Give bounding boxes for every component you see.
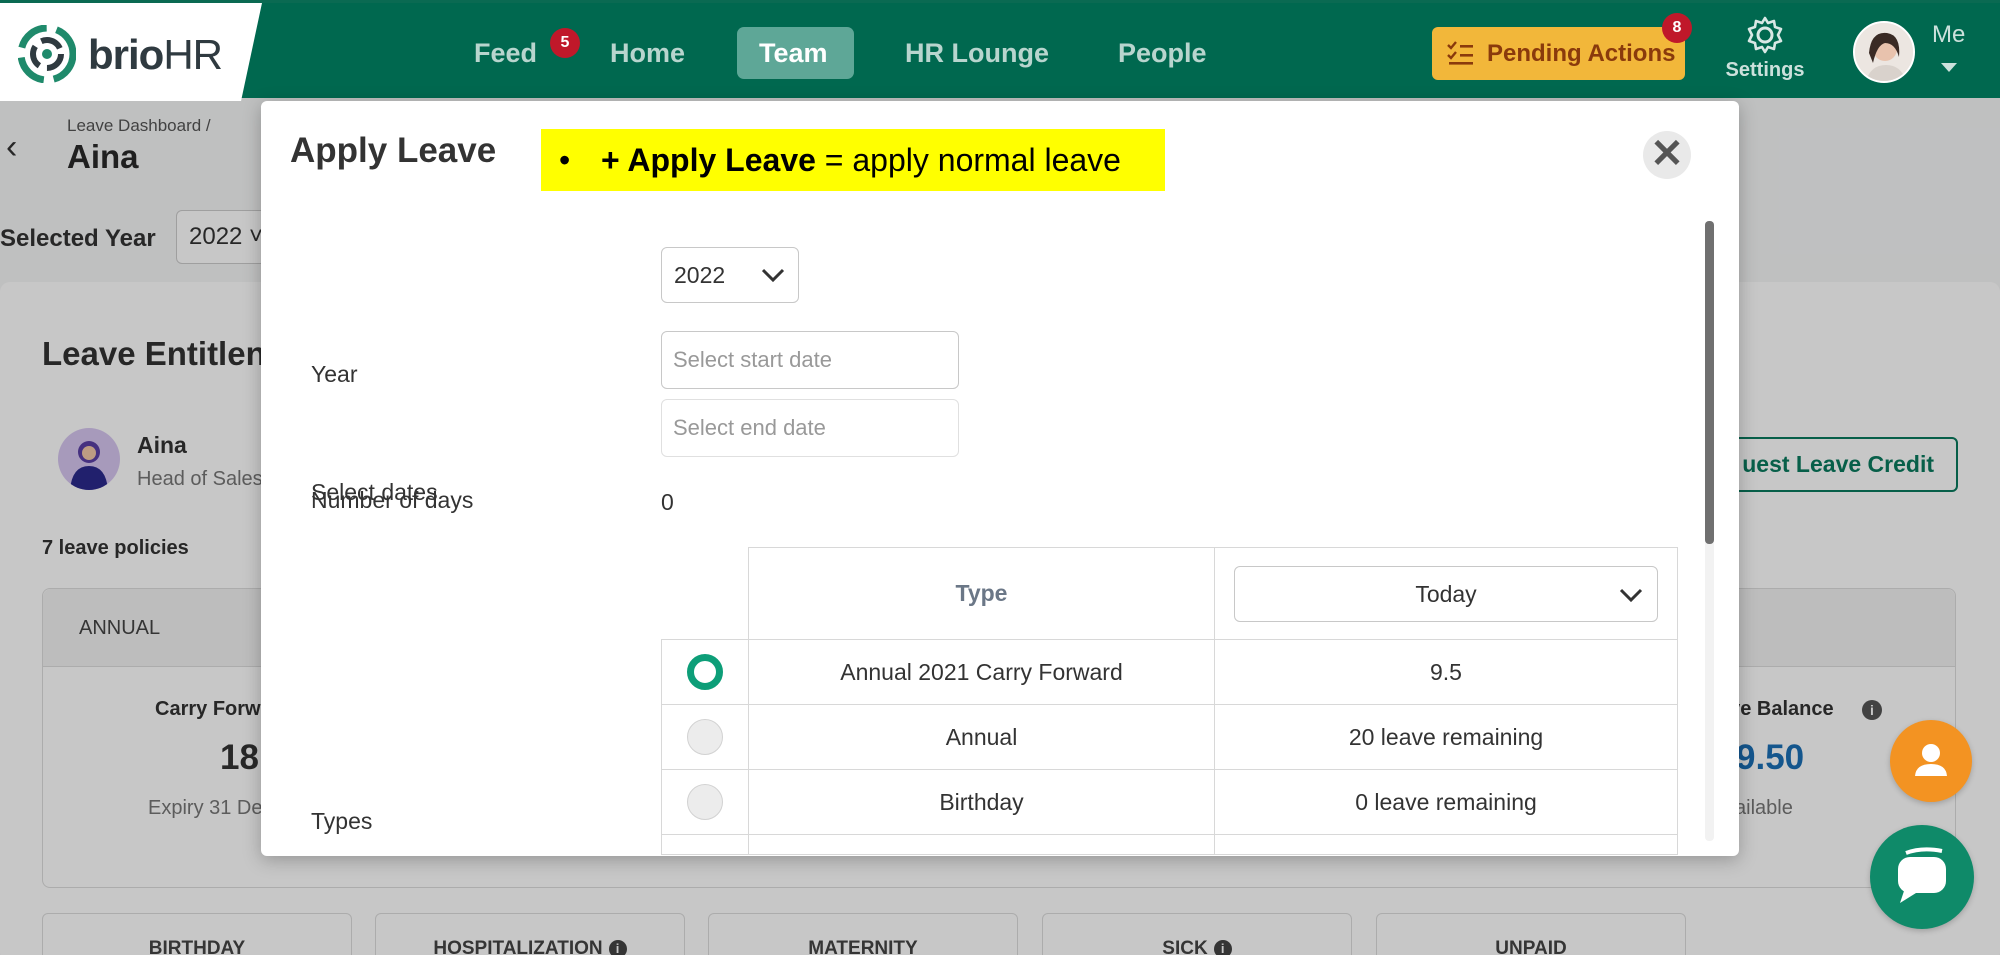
- leave-type-cell: Annual: [748, 704, 1215, 770]
- leave-balance-cell: [1214, 834, 1678, 855]
- period-column-header: Today: [1214, 547, 1678, 640]
- logo[interactable]: brioHR: [0, 3, 262, 101]
- chevron-down-icon: [761, 268, 785, 283]
- year-label: Year: [311, 361, 358, 387]
- profile-fab-button[interactable]: [1890, 720, 1972, 802]
- leave-type-cell: Annual 2021 Carry Forward: [748, 639, 1215, 705]
- nav-hr-lounge[interactable]: HR Lounge: [883, 27, 1071, 79]
- start-date-input[interactable]: [661, 331, 959, 389]
- types-label: Types: [311, 808, 373, 834]
- number-of-days-value: 0: [661, 489, 674, 515]
- logo-text-bold: brio: [88, 31, 164, 78]
- me-label[interactable]: Me: [1932, 21, 1965, 49]
- end-date-input[interactable]: [661, 399, 959, 457]
- annotation-note: • + Apply Leave = apply normal leave: [541, 129, 1165, 191]
- nav-feed-label: Feed: [474, 38, 538, 68]
- nav-team-label: Team: [759, 38, 828, 68]
- modal-scrollbar-thumb[interactable]: [1705, 221, 1714, 544]
- year-select[interactable]: 2022: [661, 247, 799, 303]
- type-column-header: Type: [748, 547, 1215, 640]
- radio-cell[interactable]: [661, 834, 749, 855]
- leave-types-table: Type Today Annual 2021 Carry Forward 9.5…: [661, 547, 1678, 855]
- leave-balance-cell: 0 leave remaining: [1214, 769, 1678, 835]
- table-row[interactable]: Annual 2021 Carry Forward 9.5: [661, 639, 1678, 705]
- close-icon[interactable]: ✕: [1643, 131, 1691, 179]
- table-row[interactable]: [661, 834, 1678, 855]
- table-row[interactable]: Annual 20 leave remaining: [661, 704, 1678, 770]
- nav-home-label: Home: [610, 38, 686, 68]
- leave-type-cell: [748, 834, 1215, 855]
- modal-title: Apply Leave: [290, 131, 497, 170]
- leave-balance-cell: 20 leave remaining: [1214, 704, 1678, 770]
- nav-hr-lounge-label: HR Lounge: [905, 38, 1049, 68]
- pending-actions-button[interactable]: Pending Actions: [1432, 27, 1685, 80]
- nav-home[interactable]: Home: [588, 27, 707, 79]
- nav-feed[interactable]: Feed: [452, 27, 559, 79]
- leave-type-cell: Birthday: [748, 769, 1215, 835]
- user-avatar[interactable]: [1853, 21, 1915, 83]
- chat-fab-button[interactable]: [1870, 825, 1974, 929]
- note-text: = apply normal leave: [815, 142, 1121, 178]
- gear-icon: [1747, 16, 1783, 54]
- note-bullet: •: [559, 142, 571, 178]
- table-header-blank: [661, 547, 749, 640]
- logo-text: brioHR: [88, 31, 223, 79]
- feed-badge: 5: [550, 28, 580, 58]
- logo-text-light: HR: [163, 31, 223, 78]
- year-select-value: 2022: [674, 262, 726, 288]
- top-navigation-bar: brioHR Feed 5 Home Team HR Lounge People…: [0, 0, 2000, 101]
- settings-label: Settings: [1725, 59, 1805, 81]
- pending-actions-label: Pending Actions: [1487, 40, 1676, 67]
- radio-unselected[interactable]: [687, 719, 723, 755]
- nav-people-label: People: [1118, 38, 1207, 68]
- period-select[interactable]: Today: [1234, 565, 1658, 622]
- chevron-down-icon: [1619, 588, 1643, 602]
- table-header-row: Type Today: [661, 547, 1678, 640]
- number-of-days-label: Number of days: [311, 487, 474, 513]
- chat-icon: [1898, 847, 1946, 903]
- note-bold: + Apply Leave: [601, 142, 816, 178]
- settings-button[interactable]: Settings: [1720, 13, 1810, 93]
- period-select-value: Today: [1415, 580, 1477, 607]
- radio-cell[interactable]: [661, 704, 749, 770]
- radio-unselected[interactable]: [687, 784, 723, 820]
- person-icon: [1915, 744, 1947, 776]
- radio-cell[interactable]: [661, 639, 749, 705]
- pending-badge: 8: [1662, 13, 1692, 43]
- radio-selected[interactable]: [687, 654, 723, 690]
- nav-people[interactable]: People: [1096, 27, 1229, 79]
- apply-leave-modal: Apply Leave • + Apply Leave = apply norma…: [261, 101, 1739, 856]
- brio-logo-icon: [18, 25, 76, 83]
- radio-cell[interactable]: [661, 769, 749, 835]
- leave-balance-cell: 9.5: [1214, 639, 1678, 705]
- checklist-icon: [1447, 41, 1473, 65]
- table-row[interactable]: Birthday 0 leave remaining: [661, 769, 1678, 835]
- nav-team[interactable]: Team: [737, 27, 854, 79]
- caret-down-icon[interactable]: [1941, 63, 1957, 72]
